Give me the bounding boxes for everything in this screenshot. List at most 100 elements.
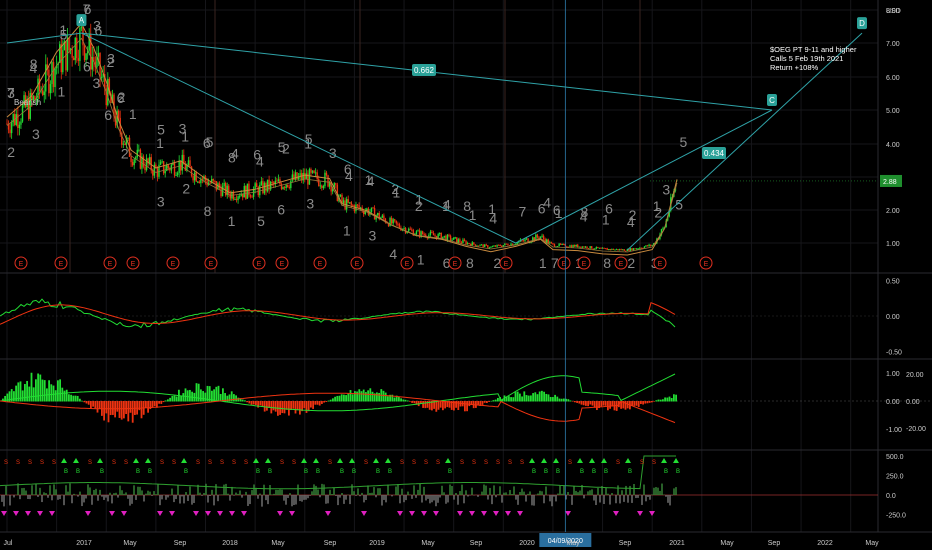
histogram-bar bbox=[477, 401, 479, 405]
earnings-marker[interactable]: E bbox=[313, 256, 327, 270]
histogram-bar bbox=[21, 390, 24, 402]
last-price-label[interactable]: 2.88 bbox=[880, 174, 902, 187]
point-c-label[interactable]: C bbox=[767, 94, 777, 106]
buy-signal: B bbox=[628, 469, 632, 475]
earnings-marker[interactable]: E bbox=[699, 256, 713, 270]
earnings-marker[interactable]: E bbox=[166, 256, 180, 270]
time-tick-label: May bbox=[865, 540, 879, 547]
histogram-bar bbox=[384, 392, 387, 402]
histogram-bar bbox=[296, 401, 299, 411]
histogram-bar bbox=[217, 385, 220, 402]
earnings-marker[interactable]: E bbox=[204, 256, 218, 270]
histogram-bar bbox=[576, 401, 578, 403]
sequence-count-top: 1 bbox=[181, 128, 189, 144]
histogram-bar bbox=[48, 380, 50, 402]
histogram-bar bbox=[103, 401, 105, 421]
candle-body bbox=[142, 156, 145, 167]
sell-signal: S bbox=[484, 460, 488, 466]
earnings-marker[interactable]: E bbox=[614, 256, 628, 270]
earnings-marker[interactable]: E bbox=[557, 256, 571, 270]
earnings-marker[interactable]: E bbox=[275, 256, 289, 270]
histogram-bar bbox=[87, 401, 90, 405]
buy-signal: B bbox=[148, 469, 152, 475]
candle-body bbox=[541, 235, 543, 237]
sell-signal: S bbox=[652, 460, 656, 466]
candle-body bbox=[251, 196, 253, 198]
sell-signal: S bbox=[364, 460, 368, 466]
earnings-marker[interactable]: E bbox=[350, 256, 364, 270]
histogram-bar bbox=[578, 401, 581, 404]
histogram-bar bbox=[85, 401, 88, 404]
histogram-bar bbox=[552, 397, 554, 402]
candle-body bbox=[305, 173, 308, 179]
earnings-marker[interactable]: E bbox=[54, 256, 68, 270]
candle-body bbox=[606, 248, 608, 250]
point-c-label-text: C bbox=[769, 96, 775, 105]
histogram-bar bbox=[589, 401, 592, 405]
candle-body bbox=[390, 217, 393, 224]
histogram-bar bbox=[312, 401, 314, 409]
histogram-bar bbox=[255, 401, 257, 405]
earnings-marker[interactable]: E bbox=[400, 256, 414, 270]
histogram-bar bbox=[593, 401, 596, 408]
buy-signal: B bbox=[304, 469, 308, 475]
sequence-count-bottom: 3 bbox=[32, 126, 40, 142]
candle-body bbox=[175, 174, 177, 176]
sequence-count-top: 3 bbox=[662, 181, 670, 197]
candle-body bbox=[234, 199, 236, 201]
candle-body bbox=[260, 181, 263, 185]
histogram-bar bbox=[129, 401, 132, 413]
candle-body bbox=[577, 244, 579, 248]
point-d-label[interactable]: D bbox=[857, 17, 867, 30]
sequence-count-top: 2 bbox=[118, 89, 126, 105]
earnings-marker[interactable]: E bbox=[653, 256, 667, 270]
buy-signal: B bbox=[268, 469, 272, 475]
histogram-bar bbox=[360, 391, 363, 402]
histogram-bar bbox=[164, 400, 167, 402]
histogram-bar bbox=[664, 397, 666, 402]
candle-body bbox=[136, 149, 138, 158]
sell-signal: S bbox=[172, 460, 176, 466]
sequence-count-bottom: 8 bbox=[603, 255, 611, 271]
candle-body bbox=[485, 244, 487, 246]
candle-body bbox=[563, 244, 565, 246]
candle-body bbox=[575, 244, 577, 247]
earnings-marker[interactable]: E bbox=[499, 256, 513, 270]
sequence-count-top: 4 bbox=[256, 154, 264, 170]
candle-body bbox=[617, 249, 619, 251]
point-a-label[interactable]: A bbox=[76, 14, 87, 27]
earnings-marker[interactable]: E bbox=[252, 256, 266, 270]
candle-body bbox=[454, 237, 456, 239]
chart[interactable]: 3784157636236215131 5684 645251346141212 14… bbox=[0, 0, 932, 550]
ratio-label-lower[interactable]: 0.434 bbox=[702, 147, 726, 159]
histogram-bar bbox=[32, 387, 35, 402]
candle-body bbox=[505, 243, 508, 245]
histogram-bar bbox=[560, 398, 563, 402]
last-price-text: 2.88 bbox=[883, 179, 897, 186]
earnings-marker[interactable]: E bbox=[14, 256, 28, 270]
histogram-bar bbox=[571, 401, 574, 402]
histogram-bar bbox=[35, 379, 37, 402]
histogram-bar bbox=[655, 400, 658, 402]
candle-body bbox=[536, 234, 539, 238]
ratio-label-upper[interactable]: 0.662 bbox=[412, 64, 436, 76]
candle-body bbox=[184, 164, 187, 171]
earnings-marker[interactable]: E bbox=[577, 256, 591, 270]
sell-signal: S bbox=[40, 460, 44, 466]
earnings-marker[interactable]: E bbox=[448, 256, 462, 270]
earnings-marker[interactable]: E bbox=[103, 256, 117, 270]
sequence-count-top: 2 bbox=[282, 140, 290, 156]
candle-body bbox=[572, 244, 574, 248]
candle-body bbox=[459, 239, 461, 243]
sequence-count-top: 1 bbox=[602, 211, 610, 227]
candle-body bbox=[561, 244, 563, 246]
candle-body bbox=[643, 246, 646, 248]
candle-body bbox=[238, 196, 241, 198]
sequence-count-top: 5 bbox=[60, 26, 68, 42]
candle-body bbox=[451, 239, 453, 241]
earnings-marker[interactable]: E bbox=[126, 256, 140, 270]
candle-body bbox=[237, 196, 239, 201]
candle-body bbox=[290, 180, 292, 189]
histogram-bar bbox=[516, 391, 519, 402]
sequence-count-bottom: 1 bbox=[228, 213, 236, 229]
